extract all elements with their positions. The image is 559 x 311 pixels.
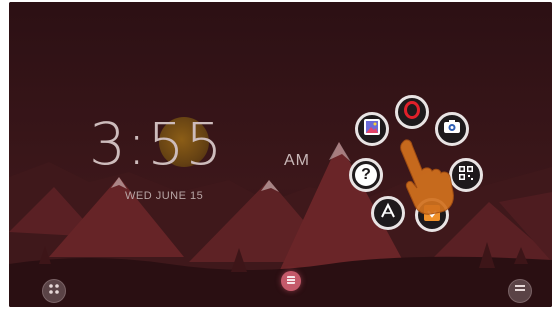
apps-grid-icon [48,282,60,300]
lock-screen: 3:55 AM WED JUNE 15 ? [9,2,552,307]
launcher-item-gallery[interactable] [355,112,389,146]
menu-button[interactable] [508,279,532,303]
launcher-item-opera[interactable] [395,95,429,129]
home-icon [286,272,296,290]
clock: 3:55 AM [89,110,309,178]
clock-date: WED JUNE 15 [125,190,204,202]
menu-icon [514,282,526,300]
help-icon: ? [355,164,377,186]
hand-gesture-icon [400,139,454,215]
clock-time: 3:55 [89,110,224,178]
clock-ampm: AM [284,152,310,169]
opera-icon [403,100,421,124]
apps-grid-button[interactable] [42,279,66,303]
launcher-item-help[interactable]: ? [349,158,383,192]
home-button[interactable] [281,271,301,291]
gallery-icon [363,118,381,141]
